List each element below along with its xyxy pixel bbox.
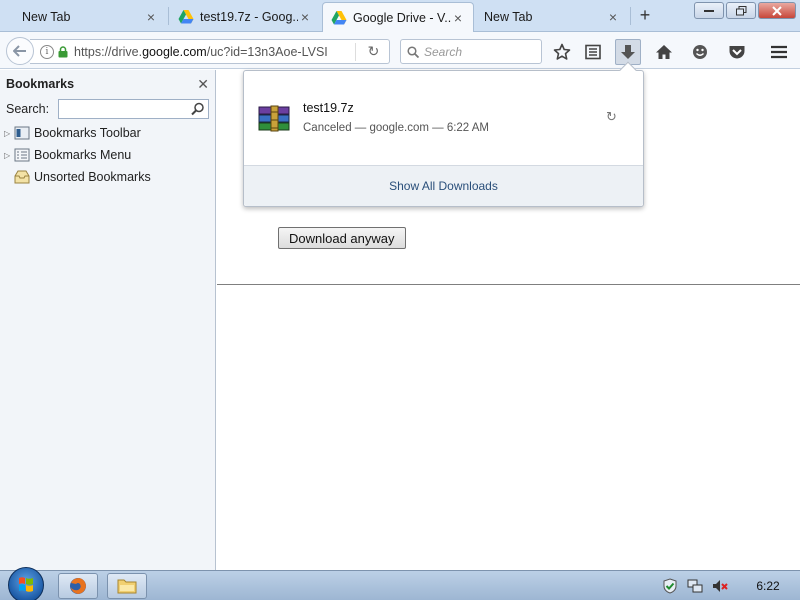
maximize-button[interactable] bbox=[726, 2, 756, 19]
bookmark-star-button[interactable] bbox=[549, 39, 575, 65]
url-prefix: https://drive. bbox=[74, 44, 143, 59]
taskbar-explorer[interactable] bbox=[107, 573, 147, 599]
bookmarks-toolbar-icon bbox=[14, 126, 30, 140]
url-domain: google.com bbox=[142, 44, 207, 59]
back-arrow-icon bbox=[13, 45, 26, 57]
show-all-downloads-button[interactable]: Show All Downloads bbox=[244, 165, 643, 206]
network-tray-icon[interactable] bbox=[686, 577, 704, 595]
restore-icon bbox=[735, 5, 746, 15]
tree-item-label: Unsorted Bookmarks bbox=[34, 170, 151, 184]
tab-title: New Tab bbox=[484, 10, 533, 24]
reload-icon[interactable]: ↻ bbox=[355, 43, 383, 61]
tab-test19[interactable]: test19.7z - Goog... × bbox=[170, 2, 320, 32]
window-close-button[interactable] bbox=[758, 2, 796, 19]
sidebar-header: Bookmarks ✕ bbox=[0, 70, 215, 98]
downloads-panel: test19.7z Canceled — google.com — 6:22 A… bbox=[243, 61, 644, 207]
tab-google-drive[interactable]: Google Drive - V... × bbox=[322, 2, 474, 33]
tab-close-icon[interactable]: × bbox=[451, 10, 465, 26]
tree-item-label: Bookmarks Toolbar bbox=[34, 126, 141, 140]
window-controls bbox=[694, 2, 796, 19]
firefox-icon bbox=[70, 578, 86, 594]
tree-item-label: Bookmarks Menu bbox=[34, 148, 132, 162]
tab-separator bbox=[168, 7, 169, 25]
close-icon bbox=[772, 5, 782, 16]
search-icon[interactable] bbox=[191, 102, 205, 116]
tab-separator bbox=[630, 7, 631, 25]
tab-close-icon[interactable]: × bbox=[144, 9, 158, 25]
tree-item-bookmarks-menu[interactable]: ▷ Bookmarks Menu bbox=[0, 144, 215, 166]
pocket-icon bbox=[729, 46, 745, 59]
search-icon bbox=[407, 45, 419, 58]
download-item[interactable]: test19.7z Canceled — google.com — 6:22 A… bbox=[244, 71, 643, 165]
retry-download-icon[interactable]: ↻ bbox=[606, 109, 617, 125]
unsorted-bookmarks-icon bbox=[14, 170, 30, 184]
search-input[interactable] bbox=[424, 44, 534, 59]
expand-triangle-icon[interactable]: ▷ bbox=[4, 151, 14, 160]
url-text[interactable]: https://drive.google.com/uc?id=13n3Aoe-L… bbox=[74, 45, 344, 59]
bookmarks-menu-button[interactable] bbox=[580, 39, 606, 65]
download-anyway-button[interactable]: Download anyway bbox=[278, 227, 406, 249]
security-tray-icon[interactable] bbox=[661, 577, 679, 595]
sidebar-search-input[interactable] bbox=[62, 100, 193, 118]
sidebar-search: Search: bbox=[0, 98, 215, 120]
tab-strip: New Tab × test19.7z - Goog... × Google D… bbox=[0, 0, 800, 33]
home-button[interactable] bbox=[651, 39, 677, 65]
hamburger-menu-icon bbox=[771, 45, 787, 59]
search-bar[interactable] bbox=[400, 39, 542, 64]
volume-tray-icon[interactable] bbox=[711, 577, 729, 595]
tree-item-bookmarks-toolbar[interactable]: ▷ Bookmarks Toolbar bbox=[0, 122, 215, 144]
tree-item-unsorted-bookmarks[interactable]: Unsorted Bookmarks bbox=[0, 166, 215, 188]
google-drive-icon bbox=[178, 10, 194, 24]
windows-taskbar: 6:22 bbox=[0, 567, 800, 600]
bookmarks-list-icon bbox=[585, 44, 601, 60]
home-icon bbox=[656, 45, 672, 59]
pocket-button[interactable] bbox=[724, 39, 750, 65]
download-arrow-icon bbox=[621, 45, 635, 59]
bookmarks-menu-icon bbox=[14, 148, 30, 162]
windows-logo-icon bbox=[19, 577, 33, 592]
sidebar-search-label: Search: bbox=[6, 102, 50, 116]
taskbar-clock[interactable]: 6:22 bbox=[736, 579, 800, 593]
minimize-icon bbox=[704, 9, 714, 12]
start-button[interactable] bbox=[8, 567, 44, 600]
minimize-button[interactable] bbox=[694, 2, 724, 19]
sidebar-title: Bookmarks bbox=[6, 77, 75, 91]
archive-file-icon bbox=[258, 105, 290, 132]
url-bar[interactable]: i https://drive.google.com/uc?id=13n3Aoe… bbox=[30, 39, 390, 64]
folder-icon bbox=[117, 579, 137, 594]
tab-new-tab-1[interactable]: New Tab × bbox=[14, 2, 166, 32]
site-info-icon[interactable]: i bbox=[40, 44, 54, 59]
back-button[interactable] bbox=[6, 37, 34, 65]
bookmarks-tree: ▷ Bookmarks Toolbar ▷ Bookmarks Menu Uns… bbox=[0, 122, 215, 188]
smiley-icon bbox=[693, 45, 707, 59]
hello-button[interactable] bbox=[687, 39, 713, 65]
download-filename: test19.7z bbox=[303, 101, 354, 115]
tab-new-tab-2[interactable]: New Tab × bbox=[476, 2, 628, 32]
sidebar-search-box[interactable] bbox=[58, 99, 209, 119]
download-status: Canceled — google.com — 6:22 AM bbox=[303, 122, 490, 134]
navigation-toolbar: i https://drive.google.com/uc?id=13n3Aoe… bbox=[0, 32, 800, 69]
star-icon bbox=[553, 43, 571, 60]
system-tray: 6:22 bbox=[661, 571, 800, 600]
bookmarks-sidebar: Bookmarks ✕ Search: ▷ Bookmarks Toolbar … bbox=[0, 70, 216, 570]
new-tab-button[interactable]: + bbox=[634, 5, 656, 27]
sidebar-close-icon[interactable]: ✕ bbox=[197, 76, 209, 93]
tab-close-icon[interactable]: × bbox=[298, 9, 312, 25]
tab-title: New Tab bbox=[22, 10, 71, 24]
google-drive-icon bbox=[331, 11, 347, 25]
tab-title: test19.7z - Goog... bbox=[200, 10, 298, 24]
content-divider bbox=[217, 284, 800, 285]
shield-check-icon bbox=[663, 578, 677, 594]
taskbar-firefox[interactable] bbox=[58, 573, 98, 599]
volume-muted-icon bbox=[713, 580, 728, 592]
tab-title: Google Drive - V... bbox=[353, 11, 451, 25]
network-icon bbox=[687, 579, 703, 593]
tab-close-icon[interactable]: × bbox=[606, 9, 620, 25]
open-menu-button[interactable] bbox=[766, 39, 792, 65]
lock-icon[interactable] bbox=[58, 45, 68, 58]
url-rest: /uc?id=13n3Aoe-LVSI bbox=[206, 44, 328, 59]
expand-triangle-icon[interactable]: ▷ bbox=[4, 129, 14, 138]
